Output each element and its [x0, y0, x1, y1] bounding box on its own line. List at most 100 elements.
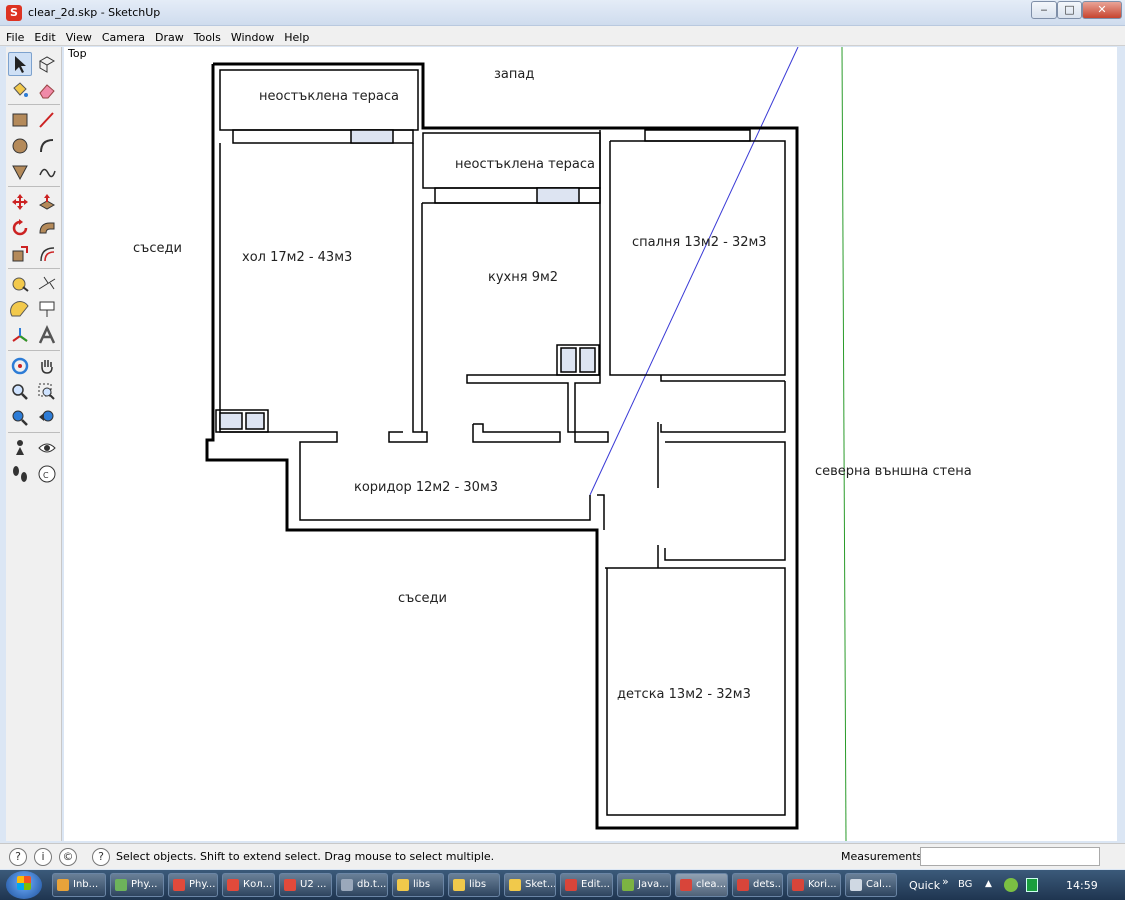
taskbar-item-label: clea...: [696, 879, 727, 890]
floor-plan[interactable]: неостъклена тераса неостъклена тераса за…: [64, 47, 1117, 841]
taskbar-item-label: Inb...: [73, 879, 99, 890]
help-icon[interactable]: ?: [92, 848, 110, 866]
title-bar[interactable]: S clear_2d.skp - SketchUp ‒ □ ✕: [0, 0, 1125, 26]
taskbar-item[interactable]: libs: [392, 873, 444, 897]
app-icon: [792, 879, 804, 891]
previous-view-icon[interactable]: [35, 406, 59, 430]
rotate-icon[interactable]: [8, 216, 32, 240]
taskbar-item-label: db.t...: [357, 879, 387, 890]
app-icon: [509, 879, 521, 891]
menu-window[interactable]: Window: [225, 29, 278, 44]
taskbar-item[interactable]: Кол...: [222, 873, 275, 897]
close-button[interactable]: ✕: [1082, 1, 1122, 19]
paint-bucket-icon[interactable]: [8, 78, 32, 102]
app-icon: [227, 879, 239, 891]
zoom-extents-icon[interactable]: [8, 406, 32, 430]
freehand-icon[interactable]: [35, 160, 59, 184]
tray-expand-icon[interactable]: ▲: [985, 879, 992, 889]
credits-icon[interactable]: i: [34, 848, 52, 866]
start-button[interactable]: [6, 871, 42, 899]
outer-walls: [205, 62, 799, 830]
taskbar-item[interactable]: Edit...: [560, 873, 613, 897]
menu-help[interactable]: Help: [278, 29, 313, 44]
offset-icon[interactable]: [35, 242, 59, 266]
orbit-icon[interactable]: [8, 354, 32, 378]
menu-tools[interactable]: Tools: [188, 29, 225, 44]
taskbar-item[interactable]: Phy...: [110, 873, 164, 897]
position-camera-icon[interactable]: [8, 436, 32, 460]
sketchup-icon[interactable]: S: [6, 5, 22, 21]
taskbar-item[interactable]: db.t...: [336, 873, 388, 897]
clock[interactable]: 14:59: [1066, 879, 1098, 892]
taskbar-item-label: libs: [413, 879, 431, 890]
menu-file[interactable]: File: [0, 29, 28, 44]
app-icon: [397, 879, 409, 891]
circle-icon[interactable]: [8, 134, 32, 158]
minimize-button[interactable]: ‒: [1031, 1, 1057, 19]
make-component-icon[interactable]: [35, 52, 59, 76]
select-icon[interactable]: [8, 52, 32, 76]
protractor-icon[interactable]: [8, 298, 32, 322]
taskbar-item-label: U2 ...: [300, 879, 327, 890]
text-icon[interactable]: [35, 298, 59, 322]
taskbar-item[interactable]: libs: [448, 873, 500, 897]
toolbar-separator: [8, 104, 60, 105]
look-around-icon[interactable]: [35, 436, 59, 460]
menu-draw[interactable]: Draw: [149, 29, 188, 44]
app-icon: [341, 879, 353, 891]
language-indicator[interactable]: BG: [958, 879, 972, 890]
walk-icon[interactable]: [8, 462, 32, 486]
toolbar-separator: [8, 268, 60, 269]
label-neighbors-left: съседи: [133, 241, 182, 256]
green-axis: [841, 47, 847, 841]
tray-app-icon[interactable]: [1004, 878, 1018, 892]
push-pull-icon[interactable]: [35, 190, 59, 214]
tape-measure-icon[interactable]: [8, 272, 32, 296]
zoom-icon[interactable]: [8, 380, 32, 404]
taskbar-item[interactable]: clea...: [675, 873, 728, 897]
label-kids-room: детска 13м2 - 32м3: [617, 687, 751, 702]
dimension-icon[interactable]: [35, 272, 59, 296]
taskbar-item[interactable]: Sket...: [504, 873, 556, 897]
pan-icon[interactable]: [35, 354, 59, 378]
taskbar-item[interactable]: dets...: [732, 873, 783, 897]
menu-camera[interactable]: Camera: [96, 29, 149, 44]
taskbar-item[interactable]: Java...: [617, 873, 671, 897]
drawing-area[interactable]: Top неостъклена тераса неостъклена терас…: [64, 47, 1117, 841]
section-plane-icon[interactable]: C: [35, 462, 59, 486]
maximize-button[interactable]: □: [1057, 1, 1082, 19]
taskbar-item[interactable]: Cal...: [845, 873, 897, 897]
app-icon: [57, 879, 69, 891]
zoom-window-icon[interactable]: [35, 380, 59, 404]
arc-icon[interactable]: [35, 134, 59, 158]
menu-view[interactable]: View: [60, 29, 96, 44]
sign-in-icon[interactable]: ©: [59, 848, 77, 866]
line-icon[interactable]: [35, 108, 59, 132]
rectangle-icon[interactable]: [8, 108, 32, 132]
polygon-icon[interactable]: [8, 160, 32, 184]
svg-text:C: C: [43, 471, 49, 480]
quick-launch-label[interactable]: Quick: [909, 879, 940, 892]
chevron-icon[interactable]: »: [942, 875, 949, 888]
sketchup-window: S clear_2d.skp - SketchUp ‒ □ ✕ File Edit…: [0, 0, 1125, 900]
taskbar-item[interactable]: Inb...: [52, 873, 106, 897]
app-icon: [622, 879, 634, 891]
menu-edit[interactable]: Edit: [28, 29, 59, 44]
eraser-icon[interactable]: [35, 78, 59, 102]
taskbar-item-label: Cal...: [866, 879, 892, 890]
app-icon: [565, 879, 577, 891]
geo-location-icon[interactable]: ?: [9, 848, 27, 866]
taskbar-item[interactable]: Kori...: [787, 873, 841, 897]
taskbar-item[interactable]: U2 ...: [279, 873, 332, 897]
axes-icon[interactable]: [8, 324, 32, 348]
taskbar-item-label: dets...: [753, 879, 783, 890]
taskbar-item[interactable]: Phy...: [168, 873, 218, 897]
3d-text-icon[interactable]: [35, 324, 59, 348]
follow-me-icon[interactable]: [35, 216, 59, 240]
move-icon[interactable]: [8, 190, 32, 214]
taskbar-item-label: Edit...: [581, 879, 610, 890]
measurements-field[interactable]: [920, 847, 1100, 866]
battery-icon[interactable]: [1026, 878, 1038, 892]
taskbar-item-label: Phy...: [189, 879, 216, 890]
scale-icon[interactable]: [8, 242, 32, 266]
